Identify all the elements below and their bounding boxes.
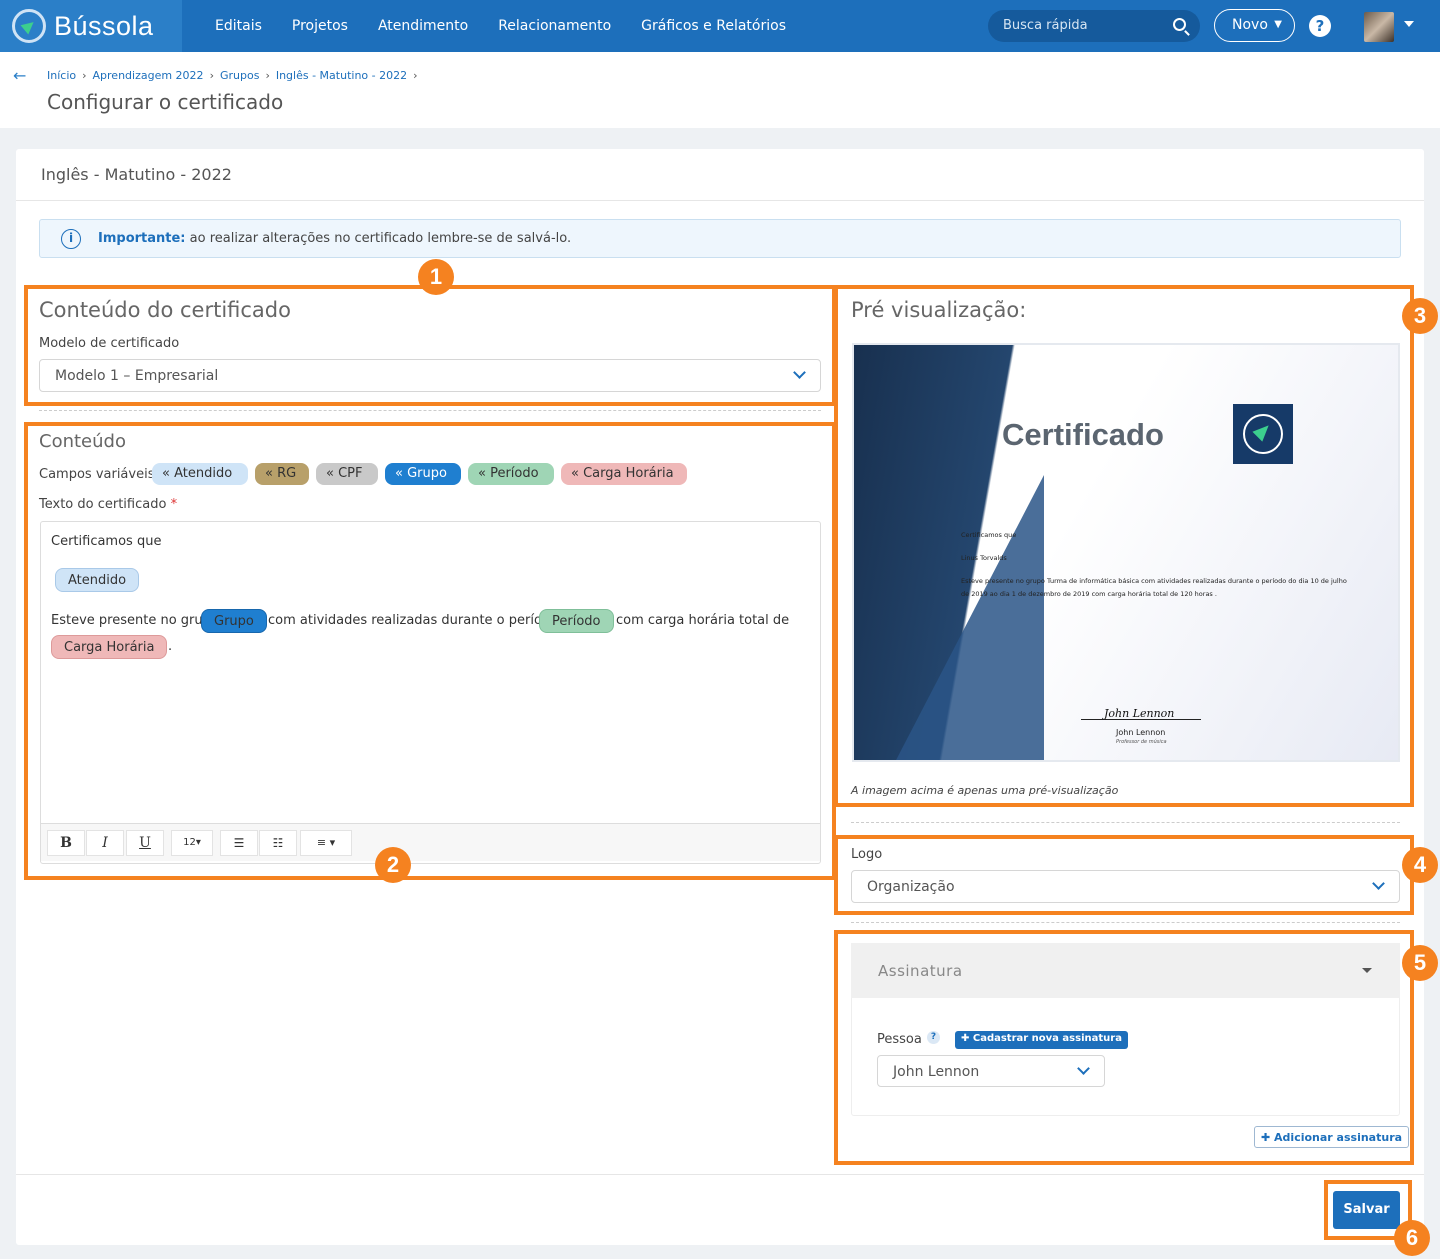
card-title: Inglês - Matutino - 2022 (41, 165, 232, 184)
divider (16, 200, 1424, 201)
dashed-divider (39, 410, 821, 411)
search-placeholder: Busca rápida (1003, 18, 1088, 33)
page-title: Configurar o certificado (47, 90, 284, 114)
badge-2: 2 (375, 847, 411, 883)
dashed-divider (851, 922, 1400, 923)
main-nav: Editais Projetos Atendimento Relacioname… (200, 0, 801, 52)
brand-logo[interactable]: Bússola (0, 0, 182, 52)
breadcrumb: Início › Aprendizagem 2022 › Grupos › Inglê… (47, 69, 418, 82)
chevron-right-icon: › (413, 69, 418, 82)
badge-6: 6 (1394, 1220, 1430, 1256)
nav-atendimento[interactable]: Atendimento (378, 18, 468, 34)
highlight-box-2 (24, 422, 836, 880)
nav-projetos[interactable]: Projetos (292, 18, 348, 34)
breadcrumb-grupo[interactable]: Inglês - Matutino - 2022 (276, 69, 407, 82)
compass-icon (12, 9, 46, 43)
dashed-divider (851, 822, 1400, 823)
breadcrumb-aprendizagem[interactable]: Aprendizagem 2022 (93, 69, 204, 82)
avatar[interactable] (1364, 12, 1394, 42)
alert-text: ao realizar alterações no certificado le… (185, 231, 572, 246)
brand-name: Bússola (54, 10, 154, 41)
search-icon[interactable] (1173, 18, 1186, 31)
nav-relacionamento[interactable]: Relacionamento (498, 18, 611, 34)
highlight-box-4 (834, 835, 1414, 915)
back-arrow-icon[interactable]: ← (13, 66, 26, 85)
info-icon: i (61, 229, 81, 249)
page-header: ← Início › Aprendizagem 2022 › Grupos › Ing… (0, 52, 1440, 128)
chevron-down-icon: ▼ (1274, 19, 1282, 30)
chevron-right-icon: › (209, 69, 214, 82)
alert-strong: Importante: (98, 231, 186, 246)
help-icon[interactable]: ? (1309, 15, 1331, 37)
badge-4: 4 (1402, 847, 1438, 883)
important-alert: i Importante: ao realizar alterações no … (39, 219, 1401, 258)
highlight-box-1 (24, 285, 836, 406)
user-menu-chevron-icon[interactable] (1404, 21, 1414, 27)
badge-3: 3 (1402, 298, 1438, 334)
divider (16, 1174, 1424, 1175)
chevron-right-icon: › (265, 69, 270, 82)
breadcrumb-inicio[interactable]: Início (47, 69, 76, 82)
nav-editais[interactable]: Editais (215, 18, 262, 34)
novo-button[interactable]: Novo ▼ (1214, 9, 1295, 42)
nav-graficos[interactable]: Gráficos e Relatórios (641, 18, 786, 34)
chevron-right-icon: › (82, 69, 87, 82)
highlight-box-3 (834, 285, 1414, 807)
highlight-box-5 (834, 930, 1414, 1165)
badge-1: 1 (418, 259, 454, 295)
novo-label: Novo (1232, 17, 1268, 33)
breadcrumb-grupos[interactable]: Grupos (220, 69, 259, 82)
badge-5: 5 (1402, 945, 1438, 981)
quick-search-input[interactable]: Busca rápida (988, 10, 1200, 42)
